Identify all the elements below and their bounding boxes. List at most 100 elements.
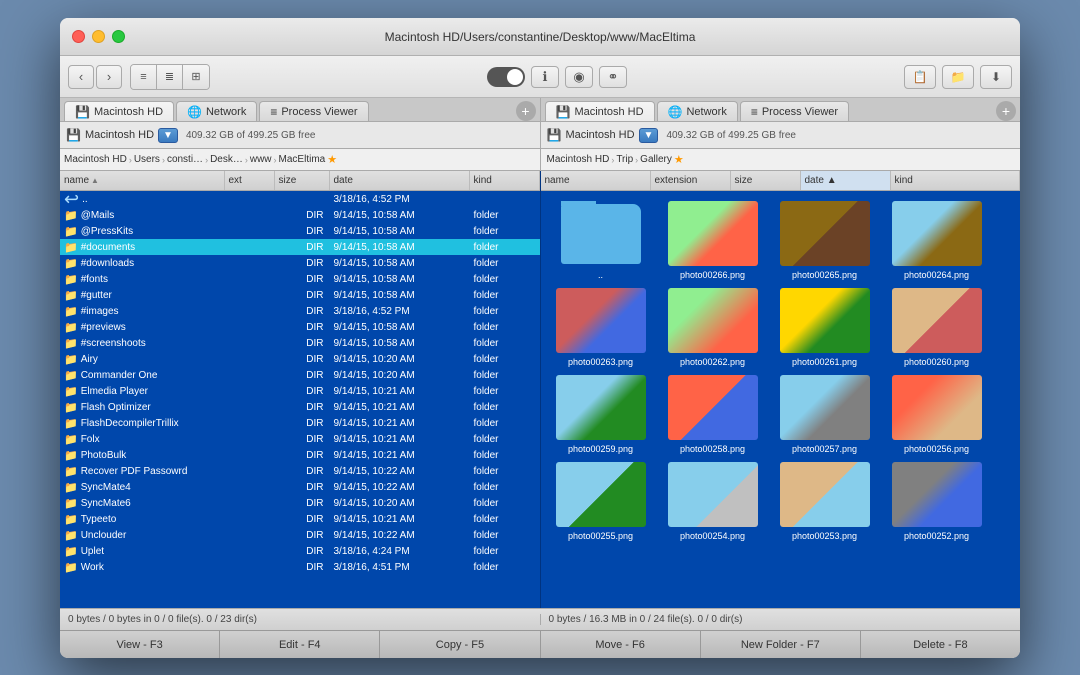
right-path-star[interactable]: ★ <box>674 153 684 166</box>
right-path-crumb-1[interactable]: Trip <box>616 154 633 165</box>
left-tab-network[interactable]: 🌐Network <box>176 101 257 121</box>
left-addr-drive-btn[interactable]: ▼ <box>158 128 178 143</box>
gallery-label: photo00261.png <box>792 357 857 367</box>
list-item[interactable]: photo00266.png <box>663 201 763 280</box>
right-tab-network-r[interactable]: 🌐Network <box>657 101 738 121</box>
table-row[interactable]: 📁FlashDecompilerTrillix DIR 9/14/15, 10:… <box>60 415 540 431</box>
download-button[interactable]: ⬇ <box>980 65 1012 89</box>
col-header-name[interactable]: name ▲ <box>60 171 225 190</box>
list-view-button[interactable]: ≡ <box>131 65 157 89</box>
fn-view-button[interactable]: View - F3 <box>60 631 220 658</box>
gallery-row: photo00255.png photo00254.png photo00253… <box>551 462 1011 541</box>
table-row[interactable]: 📁SyncMate6 DIR 9/14/15, 10:20 AM folder <box>60 495 540 511</box>
close-button[interactable] <box>72 30 85 43</box>
right-tab-add[interactable]: + <box>996 101 1016 121</box>
gallery-label: photo00252.png <box>904 531 969 541</box>
list-item[interactable]: photo00258.png <box>663 375 763 454</box>
left-tab-add[interactable]: + <box>516 101 536 121</box>
col-header-ext[interactable]: ext <box>225 171 275 190</box>
gallery-thumb <box>892 201 982 266</box>
table-row[interactable]: 📁#previews DIR 9/14/15, 10:58 AM folder <box>60 319 540 335</box>
table-row[interactable]: 📁Elmedia Player DIR 9/14/15, 10:21 AM fo… <box>60 383 540 399</box>
table-row[interactable]: ↩.. 3/18/16, 4:52 PM <box>60 191 540 207</box>
table-row[interactable]: 📁Unclouder DIR 9/14/15, 10:22 AM folder <box>60 527 540 543</box>
binocular-button[interactable]: ⚭ <box>599 66 627 88</box>
list-item[interactable]: photo00252.png <box>887 462 987 541</box>
col-header-size[interactable]: size <box>275 171 330 190</box>
table-row[interactable]: 📁#images DIR 3/18/16, 4:52 PM folder <box>60 303 540 319</box>
table-row[interactable]: 📁#screenshoots DIR 9/14/15, 10:58 AM fol… <box>60 335 540 351</box>
left-tab-macintosh-hd[interactable]: 💾Macintosh HD <box>64 101 174 121</box>
fn-newfolder-button[interactable]: New Folder - F7 <box>701 631 861 658</box>
table-row[interactable]: 📁Recover PDF Passowrd DIR 9/14/15, 10:22… <box>60 463 540 479</box>
table-row[interactable]: 📁@Mails DIR 9/14/15, 10:58 AM folder <box>60 207 540 223</box>
list-item[interactable]: photo00264.png <box>887 201 987 280</box>
right-addr-drive-btn[interactable]: ▼ <box>639 128 659 143</box>
right-path-crumb-2[interactable]: Gallery <box>640 154 672 165</box>
list-item[interactable]: photo00265.png <box>775 201 875 280</box>
list-item[interactable]: photo00261.png <box>775 288 875 367</box>
table-row[interactable]: 📁Folx DIR 9/14/15, 10:21 AM folder <box>60 431 540 447</box>
list-item[interactable]: photo00259.png <box>551 375 651 454</box>
gallery-col-name[interactable]: name <box>541 171 651 190</box>
table-row[interactable]: 📁PhotoBulk DIR 9/14/15, 10:21 AM folder <box>60 447 540 463</box>
table-row[interactable]: 📁Uplet DIR 3/18/16, 4:24 PM folder <box>60 543 540 559</box>
fn-edit-button[interactable]: Edit - F4 <box>220 631 380 658</box>
small-list-button[interactable]: ≣ <box>157 65 183 89</box>
list-item[interactable]: photo00255.png <box>551 462 651 541</box>
right-path-crumb-0[interactable]: Macintosh HD <box>547 154 610 165</box>
back-button[interactable]: ‹ <box>68 65 94 89</box>
forward-button[interactable]: › <box>96 65 122 89</box>
gallery-col-date[interactable]: date ▲ <box>801 171 891 190</box>
right-gallery-pane: name extension size date ▲ kind .. photo… <box>541 171 1021 608</box>
gallery-col-ext[interactable]: extension <box>651 171 731 190</box>
list-item[interactable]: photo00262.png <box>663 288 763 367</box>
info-button[interactable]: ℹ <box>531 66 559 88</box>
table-row[interactable]: 📁#documents DIR 9/14/15, 10:58 AM folder <box>60 239 540 255</box>
right-tab-process-viewer-r[interactable]: ≡Process Viewer <box>740 101 849 121</box>
drive-button-2[interactable]: 📁 <box>942 65 974 89</box>
gallery-label: photo00254.png <box>680 531 745 541</box>
list-item[interactable]: photo00254.png <box>663 462 763 541</box>
list-item[interactable]: photo00263.png <box>551 288 651 367</box>
gallery-col-size[interactable]: size <box>731 171 801 190</box>
table-row[interactable]: 📁@PressKits DIR 9/14/15, 10:58 AM folder <box>60 223 540 239</box>
right-pathbar: Macintosh HD›Trip›Gallery★ <box>541 149 1021 170</box>
gallery-label: photo00264.png <box>904 270 969 280</box>
table-row[interactable]: 📁#fonts DIR 9/14/15, 10:58 AM folder <box>60 271 540 287</box>
right-tab-macintosh-hd-r[interactable]: 💾Macintosh HD <box>545 101 655 121</box>
fn-move-button[interactable]: Move - F6 <box>541 631 701 658</box>
left-path-star[interactable]: ★ <box>327 153 337 166</box>
eye-button[interactable]: ◉ <box>565 66 593 88</box>
table-row[interactable]: 📁Airy DIR 9/14/15, 10:20 AM folder <box>60 351 540 367</box>
left-path-crumb-2[interactable]: consti… <box>167 154 203 165</box>
left-path-crumb-1[interactable]: Users <box>134 154 160 165</box>
list-item[interactable]: photo00256.png <box>887 375 987 454</box>
list-item[interactable]: .. <box>551 201 651 280</box>
table-row[interactable]: 📁Work DIR 3/18/16, 4:51 PM folder <box>60 559 540 575</box>
left-path-crumb-3[interactable]: Desk… <box>210 154 243 165</box>
left-path-crumb-0[interactable]: Macintosh HD <box>64 154 127 165</box>
table-row[interactable]: 📁Flash Optimizer DIR 9/14/15, 10:21 AM f… <box>60 399 540 415</box>
col-header-kind[interactable]: kind <box>470 171 540 190</box>
table-row[interactable]: 📁#downloads DIR 9/14/15, 10:58 AM folder <box>60 255 540 271</box>
maximize-button[interactable] <box>112 30 125 43</box>
left-path-crumb-5[interactable]: MacEltima <box>279 154 326 165</box>
list-item[interactable]: photo00253.png <box>775 462 875 541</box>
left-tab-process-viewer[interactable]: ≡Process Viewer <box>259 101 368 121</box>
drive-button-1[interactable]: 📋 <box>904 65 936 89</box>
col-header-date[interactable]: date <box>330 171 470 190</box>
grid-view-button[interactable]: ⊞ <box>183 65 209 89</box>
fn-delete-button[interactable]: Delete - F8 <box>861 631 1020 658</box>
list-item[interactable]: photo00260.png <box>887 288 987 367</box>
table-row[interactable]: 📁#gutter DIR 9/14/15, 10:58 AM folder <box>60 287 540 303</box>
table-row[interactable]: 📁SyncMate4 DIR 9/14/15, 10:22 AM folder <box>60 479 540 495</box>
table-row[interactable]: 📁Commander One DIR 9/14/15, 10:20 AM fol… <box>60 367 540 383</box>
gallery-col-kind[interactable]: kind <box>891 171 1021 190</box>
toggle-button[interactable] <box>487 67 525 87</box>
minimize-button[interactable] <box>92 30 105 43</box>
left-path-crumb-4[interactable]: www <box>250 154 272 165</box>
table-row[interactable]: 📁Typeeto DIR 9/14/15, 10:21 AM folder <box>60 511 540 527</box>
list-item[interactable]: photo00257.png <box>775 375 875 454</box>
fn-copy-button[interactable]: Copy - F5 <box>380 631 540 658</box>
